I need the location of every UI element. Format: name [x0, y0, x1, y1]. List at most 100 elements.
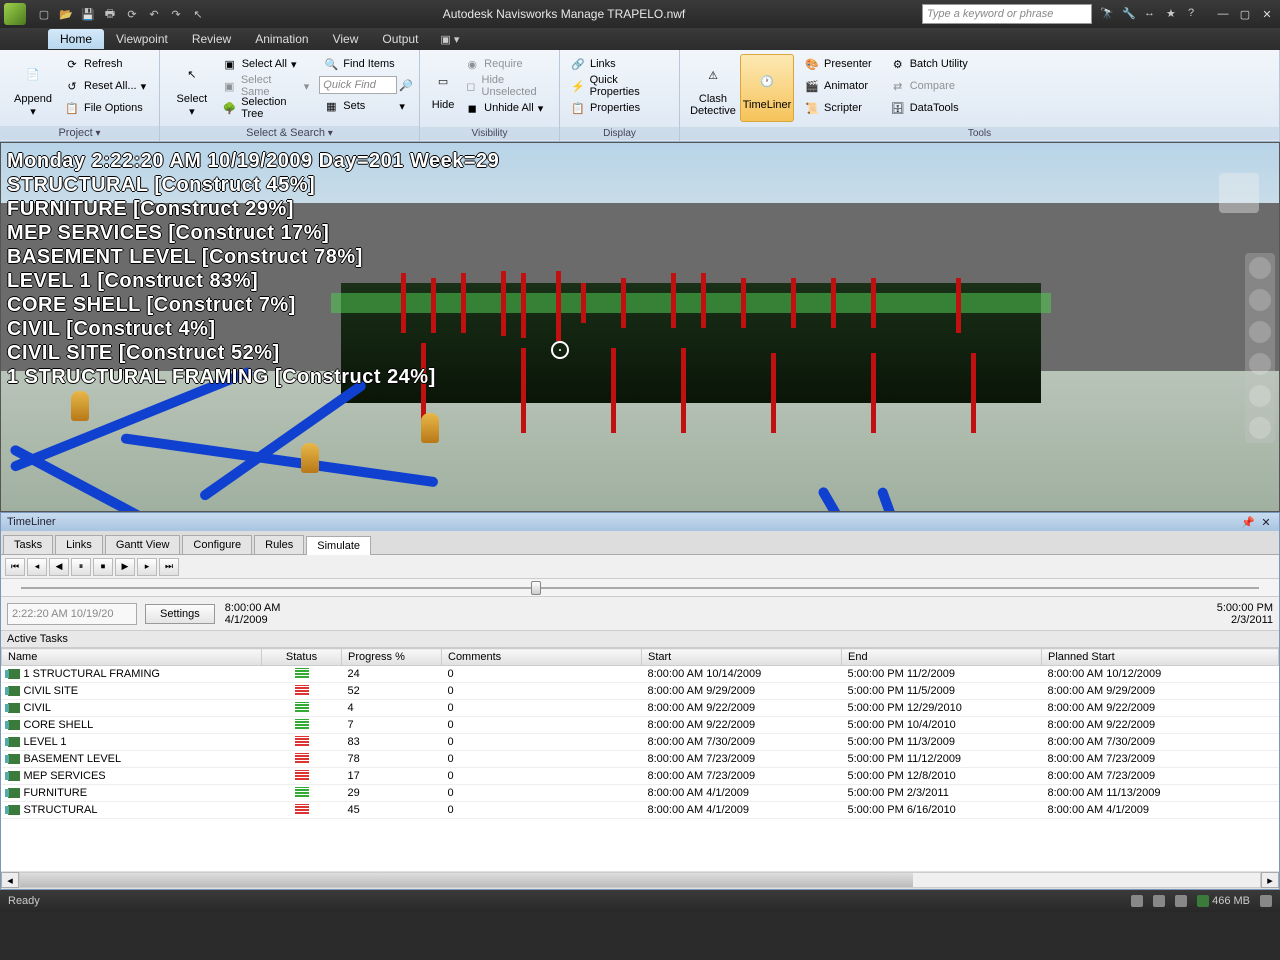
table-row[interactable]: LEVEL 18308:00:00 AM 7/30/20095:00:00 PM… [2, 734, 1279, 751]
table-row[interactable]: MEP SERVICES1708:00:00 AM 7/23/20095:00:… [2, 768, 1279, 785]
settings-button[interactable]: Settings [145, 604, 215, 624]
unhide-all-button[interactable]: ◼Unhide All ▾ [460, 98, 553, 118]
col-comments[interactable]: Comments [442, 649, 642, 666]
panel-label[interactable]: Project ▾ [0, 126, 159, 140]
scroll-track[interactable] [19, 872, 1261, 888]
sheet-icon[interactable] [1131, 895, 1143, 907]
pause-button[interactable]: ⏸ [71, 558, 91, 576]
orbit-icon[interactable] [1249, 353, 1271, 375]
ribbon-expand-icon[interactable]: ▣ ▾ [440, 33, 459, 46]
search-input[interactable]: Type a keyword or phrase [922, 4, 1092, 24]
sets-button[interactable]: ▦Sets ▾ [319, 96, 413, 116]
tab-configure[interactable]: Configure [182, 535, 252, 554]
play-button[interactable]: ▶ [115, 558, 135, 576]
refresh-icon[interactable]: ⟳ [124, 6, 140, 22]
steering-wheel-icon[interactable] [1249, 257, 1271, 279]
scroll-left-icon[interactable]: ◂ [1, 872, 19, 888]
open-icon[interactable]: 📂 [58, 6, 74, 22]
maximize-button[interactable]: ▢ [1236, 7, 1254, 21]
horizontal-scrollbar[interactable]: ◂ ▸ [1, 871, 1279, 889]
pan-icon[interactable] [1249, 289, 1271, 311]
play-back-button[interactable]: ◀ [49, 558, 69, 576]
3d-viewport[interactable]: Monday 2:22:20 AM 10/19/2009 Day=201 Wee… [0, 142, 1280, 512]
select-cursor-icon[interactable]: ↖ [190, 6, 206, 22]
tab-viewpoint[interactable]: Viewpoint [104, 29, 180, 49]
new-icon[interactable]: ▢ [36, 6, 52, 22]
tab-home[interactable]: Home [48, 29, 104, 49]
star-icon[interactable]: ★ [1166, 7, 1180, 21]
table-row[interactable]: CIVIL408:00:00 AM 9/22/20095:00:00 PM 12… [2, 700, 1279, 717]
exchange-icon[interactable]: ↔ [1144, 7, 1158, 21]
look-icon[interactable] [1249, 385, 1271, 407]
file-options-button[interactable]: 📋File Options [60, 98, 150, 118]
panel-label[interactable]: Select & Search ▾ [160, 126, 419, 140]
tab-tasks[interactable]: Tasks [3, 535, 53, 554]
quick-properties-button[interactable]: ⚡Quick Properties [566, 76, 673, 96]
quick-find-input[interactable]: Quick Find [319, 76, 397, 94]
col-status[interactable]: Status [262, 649, 342, 666]
current-time-field[interactable]: 2:22:20 AM 10/19/20 [7, 603, 137, 625]
step-forward-button[interactable]: ▸ [137, 558, 157, 576]
table-row[interactable]: CIVIL SITE5208:00:00 AM 9/29/20095:00:00… [2, 683, 1279, 700]
key-icon[interactable]: 🔧 [1122, 7, 1136, 21]
search-icon[interactable]: 🔎 [399, 79, 413, 92]
tab-gantt[interactable]: Gantt View [105, 535, 181, 554]
table-row[interactable]: CORE SHELL708:00:00 AM 9/22/20095:00:00 … [2, 717, 1279, 734]
disk-icon[interactable] [1175, 895, 1187, 907]
presenter-button[interactable]: 🎨Presenter [800, 54, 876, 74]
animator-button[interactable]: 🎬Animator [800, 76, 876, 96]
redo-icon[interactable]: ↷ [168, 6, 184, 22]
properties-button[interactable]: 📋Properties [566, 98, 673, 118]
table-row[interactable]: STRUCTURAL4508:00:00 AM 4/1/20095:00:00 … [2, 802, 1279, 819]
undo-icon[interactable]: ↶ [146, 6, 162, 22]
find-items-button[interactable]: 🔍Find Items [319, 54, 413, 74]
app-logo[interactable] [4, 3, 26, 25]
select-button[interactable]: ↖ Select ▾ [166, 54, 218, 122]
help-icon[interactable]: ? [1188, 7, 1202, 21]
select-all-button[interactable]: ▣Select All ▾ [218, 54, 314, 74]
close-button[interactable]: ✕ [1258, 7, 1276, 21]
binoculars-icon[interactable]: 🔭 [1100, 7, 1114, 21]
tab-simulate[interactable]: Simulate [306, 536, 371, 555]
timeliner-header[interactable]: TimeLiner 📌 ✕ [1, 513, 1279, 531]
table-row[interactable]: FURNITURE2908:00:00 AM 4/1/20095:00:00 P… [2, 785, 1279, 802]
timeliner-button[interactable]: 🕐 TimeLiner [740, 54, 794, 122]
slider-thumb[interactable] [531, 581, 541, 595]
walk-icon[interactable] [1249, 417, 1271, 439]
append-button[interactable]: 📄 Append ▾ [6, 54, 60, 122]
col-progress[interactable]: Progress % [342, 649, 442, 666]
tab-review[interactable]: Review [180, 29, 243, 49]
links-button[interactable]: 🔗Links [566, 54, 673, 74]
tab-links[interactable]: Links [55, 535, 103, 554]
tab-rules[interactable]: Rules [254, 535, 304, 554]
table-row[interactable]: 1 STRUCTURAL FRAMING2408:00:00 AM 10/14/… [2, 666, 1279, 683]
col-planned-start[interactable]: Planned Start [1042, 649, 1279, 666]
refresh-button[interactable]: ⟳Refresh [60, 54, 150, 74]
forward-end-button[interactable]: ⏭ [159, 558, 179, 576]
step-back-button[interactable]: ◂ [27, 558, 47, 576]
reset-all-button[interactable]: ↺Reset All... ▾ [60, 76, 150, 96]
table-row[interactable]: BASEMENT LEVEL7808:00:00 AM 7/23/20095:0… [2, 751, 1279, 768]
datatools-button[interactable]: 🗄DataTools [886, 98, 972, 118]
save-icon[interactable]: 💾 [80, 6, 96, 22]
clash-detective-button[interactable]: ⚠ Clash Detective [686, 54, 740, 122]
zoom-icon[interactable] [1249, 321, 1271, 343]
tab-animation[interactable]: Animation [243, 29, 320, 49]
batch-utility-button[interactable]: ⚙Batch Utility [886, 54, 972, 74]
selection-tree-button[interactable]: 🌳Selection Tree [218, 98, 314, 118]
pencil-icon[interactable] [1153, 895, 1165, 907]
viewcube[interactable] [1219, 173, 1259, 213]
pin-icon[interactable]: 📌 [1241, 515, 1255, 529]
col-end[interactable]: End [842, 649, 1042, 666]
col-start[interactable]: Start [642, 649, 842, 666]
close-icon[interactable]: ✕ [1259, 515, 1273, 529]
timeline-slider[interactable] [1, 579, 1279, 597]
scroll-thumb[interactable] [20, 873, 913, 887]
minimize-button[interactable]: — [1214, 7, 1232, 21]
tab-view[interactable]: View [321, 29, 371, 49]
col-name[interactable]: Name [2, 649, 262, 666]
graph-icon[interactable] [1260, 895, 1272, 907]
tab-output[interactable]: Output [370, 29, 430, 49]
rewind-start-button[interactable]: ⏮ [5, 558, 25, 576]
stop-button[interactable]: ⏹ [93, 558, 113, 576]
